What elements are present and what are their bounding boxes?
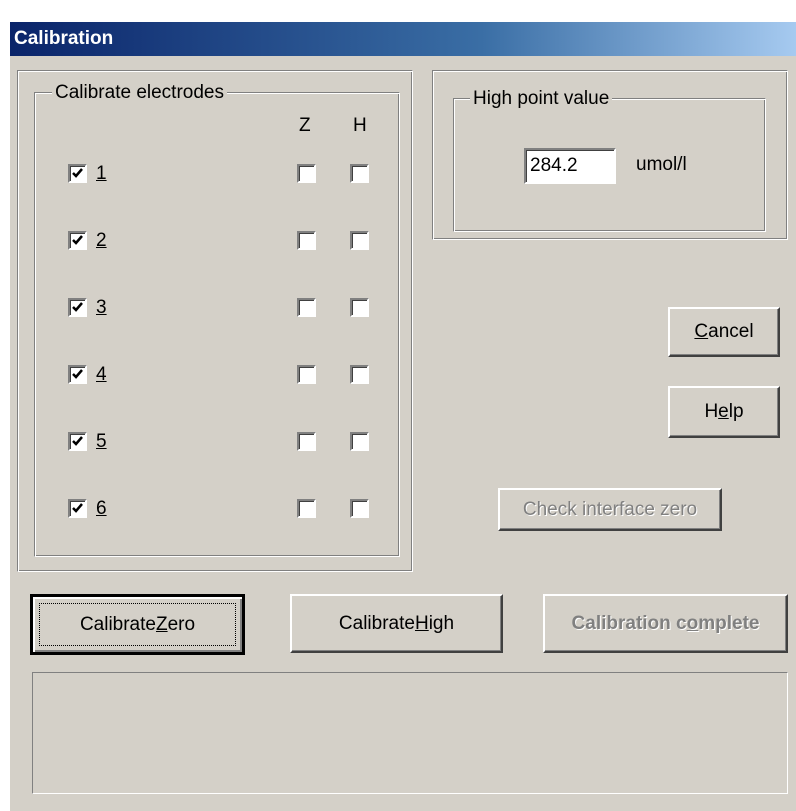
electrode-label: 5 [96, 431, 107, 452]
high-checkbox[interactable] [350, 298, 369, 317]
column-header-h: H [353, 115, 367, 136]
electrode-checkbox[interactable] [68, 432, 87, 451]
cancel-button[interactable]: Cancel [668, 307, 780, 357]
status-area [32, 672, 788, 794]
high-point-legend: High point value [470, 88, 613, 110]
check-interface-zero-button[interactable]: Check interface zero [498, 488, 722, 531]
high-point-unit: umol/l [636, 154, 687, 175]
electrode-checkbox[interactable] [68, 499, 87, 518]
checkmark-icon [72, 168, 83, 178]
checkmark-icon [72, 302, 83, 312]
zero-checkbox[interactable] [297, 365, 316, 384]
electrode-checkbox[interactable] [68, 365, 87, 384]
zero-checkbox[interactable] [297, 231, 316, 250]
checkmark-icon [72, 369, 83, 379]
zero-checkbox[interactable] [297, 298, 316, 317]
electrodes-groupbox [34, 92, 400, 557]
electrode-label: 1 [96, 163, 107, 184]
electrode-label: 4 [96, 364, 107, 385]
zero-checkbox[interactable] [297, 164, 316, 183]
electrode-label: 6 [96, 498, 107, 519]
zero-checkbox[interactable] [297, 432, 316, 451]
zero-checkbox[interactable] [297, 499, 316, 518]
window-title: Calibration [10, 22, 796, 56]
high-checkbox[interactable] [350, 365, 369, 384]
calibrate-high-button[interactable]: Calibrate High [290, 594, 503, 653]
checkmark-icon [72, 503, 83, 513]
calibration-complete-button[interactable]: Calibration c o mplete [543, 594, 788, 653]
high-point-value-input[interactable]: 284.2 [524, 148, 616, 184]
high-checkbox[interactable] [350, 432, 369, 451]
help-button[interactable]: He lp [668, 386, 780, 438]
high-checkbox[interactable] [350, 231, 369, 250]
electrode-label: 2 [96, 230, 107, 251]
calibration-dialog: Calibration Calibrate electrodes Z H 1 2 3… [10, 22, 796, 811]
electrode-checkbox[interactable] [68, 164, 87, 183]
calibrate-zero-button[interactable]: Calibrate Zero [30, 594, 245, 655]
electrode-checkbox[interactable] [68, 231, 87, 250]
electrodes-legend: Calibrate electrodes [52, 82, 227, 104]
checkmark-icon [72, 436, 83, 446]
electrode-label: 3 [96, 297, 107, 318]
high-checkbox[interactable] [350, 164, 369, 183]
column-header-z: Z [299, 115, 311, 136]
checkmark-icon [72, 235, 83, 245]
electrode-checkbox[interactable] [68, 298, 87, 317]
high-checkbox[interactable] [350, 499, 369, 518]
